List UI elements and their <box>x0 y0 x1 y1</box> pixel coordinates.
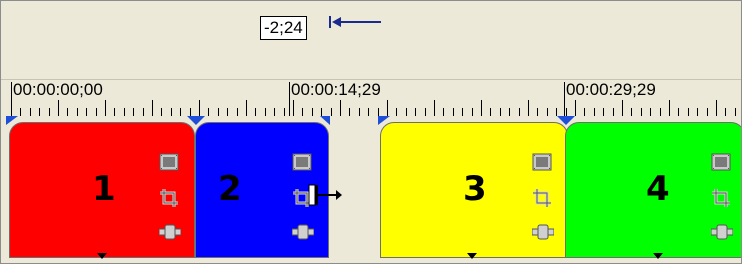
bottom-marker-icon <box>97 253 107 259</box>
time-ruler[interactable]: 00:00:00;00 00:00:14;29 00:00:29;29 <box>1 79 741 118</box>
marker-icon[interactable] <box>187 116 207 126</box>
ruler-ticks <box>11 82 736 116</box>
marker-icon[interactable] <box>378 116 392 126</box>
marker-icon[interactable] <box>557 116 577 126</box>
bottom-marker-icon <box>467 253 477 259</box>
left-arrow-icon <box>329 16 381 28</box>
effects-plug-icon[interactable] <box>710 223 734 246</box>
trim-cursor-icon <box>308 184 342 206</box>
effects-plug-icon[interactable] <box>291 223 315 246</box>
marker-icon[interactable] <box>320 116 334 126</box>
clip-number: 1 <box>92 169 116 209</box>
marker-icon[interactable] <box>6 116 20 126</box>
bottom-marker-icon <box>653 253 663 259</box>
film-icon[interactable] <box>711 153 731 176</box>
timeline-panel: -2;24 00:00:00;00 00:00:14;29 00:00:29;2… <box>0 0 742 264</box>
offset-timecode: -2;24 <box>260 16 307 40</box>
effects-plug-icon[interactable] <box>158 223 182 246</box>
clip-number: 4 <box>646 169 670 209</box>
crop-icon[interactable] <box>532 188 552 213</box>
film-icon[interactable] <box>159 153 179 176</box>
clip-number: 2 <box>218 169 242 209</box>
film-icon[interactable] <box>292 153 312 176</box>
crop-icon[interactable] <box>711 188 731 213</box>
effects-plug-icon[interactable] <box>531 223 555 246</box>
clip-number: 3 <box>463 169 487 209</box>
crop-icon[interactable] <box>159 188 179 213</box>
film-icon[interactable] <box>532 153 552 176</box>
